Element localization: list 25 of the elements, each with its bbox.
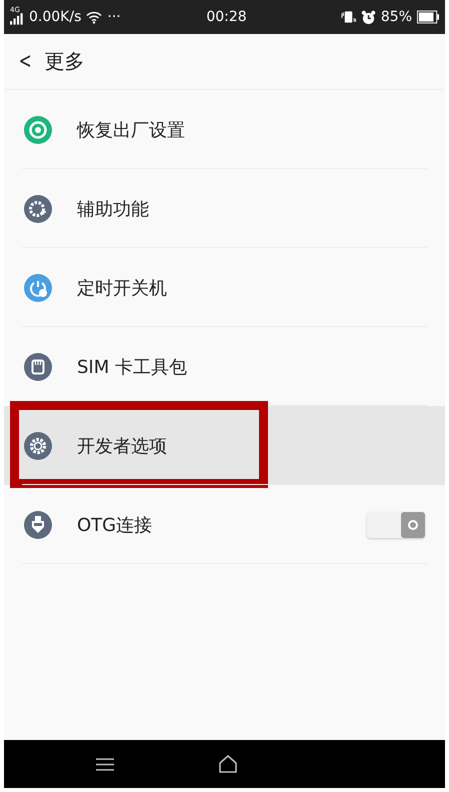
item-label: 辅助功能 xyxy=(77,198,150,220)
vibrate-icon xyxy=(340,10,356,24)
settings-item[interactable]: 恢复出厂设置 xyxy=(4,90,445,169)
more-indicator: ··· xyxy=(107,9,121,25)
home-icon[interactable] xyxy=(218,754,238,774)
wifi-icon xyxy=(86,10,102,24)
settings-item[interactable]: OTG连接 xyxy=(4,485,445,564)
settings-item[interactable]: 定时开关机 xyxy=(4,248,445,327)
battery-percent: 85% xyxy=(380,9,412,25)
clock-time: 00:28 xyxy=(206,9,247,25)
signal-icon xyxy=(10,12,24,25)
settings-item[interactable]: 辅助功能 xyxy=(4,169,445,248)
settings-item[interactable]: SIM 卡工具包 xyxy=(4,327,445,406)
page-title: 更多 xyxy=(44,48,84,75)
item-label: SIM 卡工具包 xyxy=(77,356,188,378)
item-label: 开发者选项 xyxy=(77,434,168,458)
item-label: OTG连接 xyxy=(77,514,154,536)
item-label: 定时开关机 xyxy=(77,276,168,300)
menu-icon[interactable] xyxy=(96,758,114,771)
item-label: 恢复出厂设置 xyxy=(77,118,186,142)
battery-icon xyxy=(417,10,439,24)
network-speed: 0.00K/s xyxy=(29,9,82,25)
otg-toggle[interactable] xyxy=(367,512,425,538)
alarm-icon xyxy=(360,10,376,24)
back-button[interactable]: < xyxy=(16,49,34,74)
